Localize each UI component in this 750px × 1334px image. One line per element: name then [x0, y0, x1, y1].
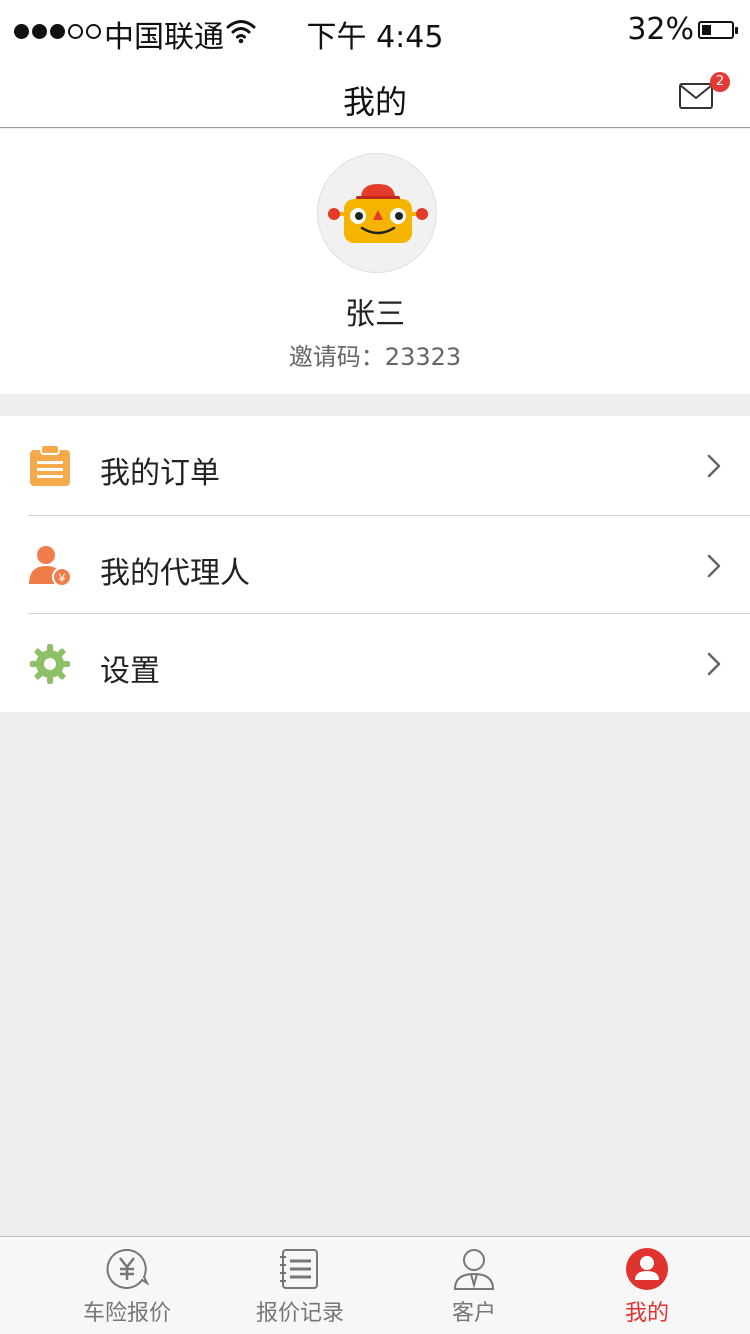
svg-text:¥: ¥: [58, 571, 66, 585]
menu-item-settings[interactable]: 设置: [0, 614, 750, 712]
tab-quote-records[interactable]: 报价记录: [210, 1237, 390, 1334]
records-icon: [280, 1249, 318, 1289]
chevron-right-icon: [707, 652, 721, 676]
status-bar: 中国联通 下午 4:45 32%: [0, 0, 750, 64]
tab-label: 车险报价: [82, 1301, 171, 1326]
avatar[interactable]: [317, 153, 437, 273]
chevron-right-icon: [707, 554, 721, 578]
battery-icon: [698, 21, 738, 39]
agent-icon: ¥: [29, 546, 72, 587]
tab-label: 报价记录: [255, 1301, 344, 1326]
messages-button[interactable]: 2: [678, 72, 730, 120]
tab-bar: 车险报价 报价记录 客户 我的: [0, 1236, 750, 1334]
menu-item-label: 我的订单: [100, 456, 220, 491]
tab-label: 我的: [624, 1301, 669, 1326]
gear-icon: [30, 644, 70, 684]
profile-section: 张三 邀请码：23323: [0, 129, 750, 394]
user-name: 张三: [345, 297, 405, 332]
menu-list: 我的订单 ¥ 我的代理人 设置: [0, 416, 750, 712]
menu-item-label: 设置: [100, 654, 160, 689]
invite-code: 邀请码：23323: [288, 343, 462, 371]
chevron-right-icon: [707, 454, 721, 478]
clipboard-icon: [30, 444, 70, 486]
menu-item-my-agents[interactable]: ¥ 我的代理人: [0, 516, 750, 614]
yuan-quote-icon: [106, 1248, 149, 1289]
menu-item-my-orders[interactable]: 我的订单: [0, 416, 750, 514]
profile-icon: [626, 1248, 668, 1290]
tab-label: 客户: [451, 1301, 496, 1326]
robot-avatar-icon: [328, 184, 428, 243]
menu-item-label: 我的代理人: [100, 556, 250, 591]
tab-mine[interactable]: 我的: [557, 1237, 737, 1334]
tab-car-insurance-quote[interactable]: 车险报价: [37, 1237, 217, 1334]
tab-customers[interactable]: 客户: [384, 1237, 564, 1334]
page-title: 我的: [342, 83, 407, 121]
battery-percent: 32%: [627, 12, 694, 47]
unread-badge: 2: [710, 72, 730, 92]
nav-bar: 我的 2: [0, 64, 750, 128]
customer-icon: [453, 1249, 495, 1290]
